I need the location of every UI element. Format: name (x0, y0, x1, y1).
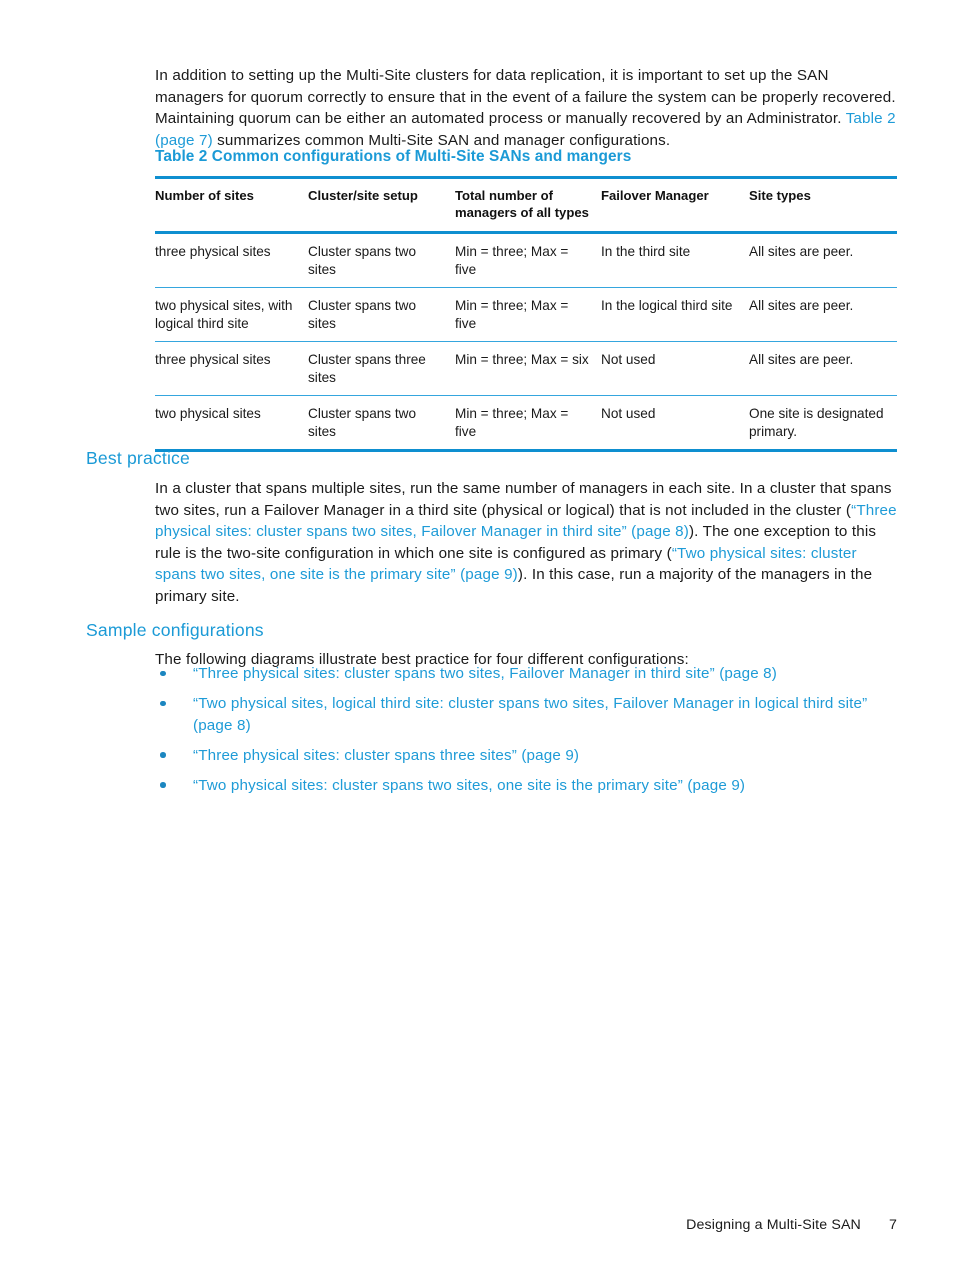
table-row: three physical sites Cluster spans two s… (155, 232, 897, 288)
table-row: two physical sites, with logical third s… (155, 287, 897, 342)
column-header-site-types: Site types (749, 176, 897, 234)
cell-failover-manager: Not used (601, 395, 749, 452)
heading-sample-configurations: Sample configurations (86, 619, 264, 640)
table-caption: Table 2 Common configurations of Multi-S… (155, 148, 632, 165)
list-item-label[interactable]: “Two physical sites: cluster spans two s… (193, 777, 745, 794)
table-row: three physical sites Cluster spans three… (155, 341, 897, 396)
list-item-label[interactable]: “Two physical sites, logical third site:… (193, 695, 867, 734)
bullet-icon (160, 752, 166, 758)
column-header-cluster-site-setup: Cluster/site setup (308, 176, 455, 234)
list-item[interactable]: “Three physical sites: cluster spans thr… (155, 745, 897, 767)
cell-failover-manager: Not used (601, 341, 749, 396)
column-header-number-of-sites: Number of sites (155, 176, 308, 234)
list-item-label[interactable]: “Three physical sites: cluster spans two… (193, 665, 777, 682)
table-row: two physical sites Cluster spans two sit… (155, 395, 897, 452)
cell-site-types: One site is designated primary. (749, 395, 897, 452)
cell-number-of-sites: three physical sites (155, 232, 308, 288)
cell-site-types: All sites are peer. (749, 287, 897, 342)
cell-total-managers: Min = three; Max = five (455, 232, 601, 288)
cell-total-managers: Min = three; Max = five (455, 287, 601, 342)
cell-number-of-sites: two physical sites, with logical third s… (155, 287, 308, 342)
best-practice-paragraph: In a cluster that spans multiple sites, … (155, 478, 897, 607)
list-item-label[interactable]: “Three physical sites: cluster spans thr… (193, 747, 579, 764)
intro-paragraph: In addition to setting up the Multi-Site… (155, 65, 897, 151)
list-item[interactable]: “Three physical sites: cluster spans two… (155, 663, 897, 685)
footer-chapter-label: Designing a Multi-Site SAN (686, 1217, 861, 1233)
cell-cluster-site-setup: Cluster spans two sites (308, 287, 455, 342)
table-header-row: Number of sites Cluster/site setup Total… (155, 176, 897, 234)
cell-site-types: All sites are peer. (749, 341, 897, 396)
heading-best-practice: Best practice (86, 447, 190, 468)
bullet-icon (160, 782, 166, 788)
cell-total-managers: Min = three; Max = six (455, 341, 601, 396)
cell-cluster-site-setup: Cluster spans three sites (308, 341, 455, 396)
best-practice-segment-1: In a cluster that spans multiple sites, … (155, 480, 892, 519)
cell-cluster-site-setup: Cluster spans two sites (308, 395, 455, 452)
footer-page-number: 7 (888, 1217, 897, 1233)
cell-total-managers: Min = three; Max = five (455, 395, 601, 452)
cell-site-types: All sites are peer. (749, 232, 897, 288)
cell-number-of-sites: three physical sites (155, 341, 308, 396)
sample-configurations-list: “Three physical sites: cluster spans two… (155, 663, 897, 805)
document-page: In addition to setting up the Multi-Site… (0, 0, 954, 1271)
cell-failover-manager: In the logical third site (601, 287, 749, 342)
bullet-icon (160, 700, 166, 706)
page-footer: Designing a Multi-Site SAN 7 (155, 1217, 897, 1233)
cell-failover-manager: In the third site (601, 232, 749, 288)
list-item[interactable]: “Two physical sites: cluster spans two s… (155, 775, 897, 797)
configurations-table: Number of sites Cluster/site setup Total… (155, 176, 897, 452)
list-item[interactable]: “Two physical sites, logical third site:… (155, 693, 897, 736)
intro-text-before-link: In addition to setting up the Multi-Site… (155, 67, 896, 128)
column-header-total-number-of-managers: Total number of managers of all types (455, 176, 601, 234)
cell-number-of-sites: two physical sites (155, 395, 308, 452)
cell-cluster-site-setup: Cluster spans two sites (308, 232, 455, 288)
bullet-icon (160, 670, 166, 676)
column-header-failover-manager: Failover Manager (601, 176, 749, 234)
